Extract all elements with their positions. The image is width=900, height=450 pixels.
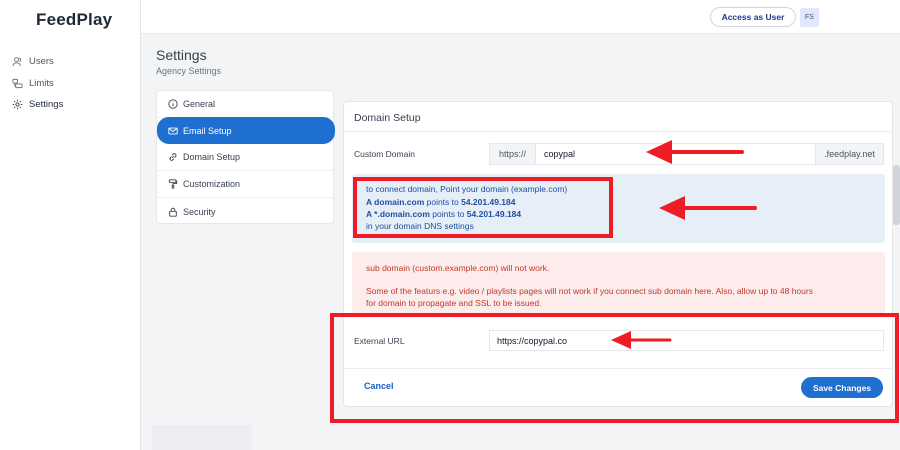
mail-icon <box>168 127 178 134</box>
domain-suffix: .feedplay.net <box>815 143 884 165</box>
access-as-user-button[interactable]: Access as User <box>710 7 796 27</box>
menu-item-label: General <box>183 99 216 109</box>
sidebar-item-label: Settings <box>29 99 64 110</box>
domain-prefix: https:// <box>489 143 536 165</box>
sidebar-item-settings[interactable]: Settings <box>12 99 63 110</box>
panel-title: Domain Setup <box>354 112 421 124</box>
scrollbar[interactable] <box>893 165 900 225</box>
menu-item-label: Security <box>183 206 216 217</box>
settings-menu-security[interactable]: Security <box>157 198 333 225</box>
settings-menu-customization[interactable]: Customization <box>157 171 333 198</box>
placeholder-block <box>152 425 252 450</box>
limits-icon <box>12 78 23 89</box>
menu-item-label: Domain Setup <box>183 152 241 162</box>
custom-domain-input[interactable] <box>535 143 816 165</box>
sidebar-item-label: Users <box>29 56 54 67</box>
sidebar-item-limits[interactable]: Limits <box>12 78 54 89</box>
settings-menu-domain-setup[interactable]: Domain Setup <box>157 144 333 171</box>
warning-line: Some of the featurs e.g. video / playlis… <box>366 286 813 296</box>
divider <box>344 131 892 132</box>
annotation-box <box>353 177 613 238</box>
app-logo: FeedPlay <box>36 10 113 29</box>
sidebar-item-users[interactable]: Users <box>12 56 54 67</box>
page-title: Settings <box>156 47 207 63</box>
sidebar: FeedPlay Users Limits Settings <box>0 0 141 450</box>
menu-item-label: Customization <box>183 179 241 189</box>
warning-line: sub domain (custom.example.com) will not… <box>366 263 550 273</box>
menu-item-label: Email Setup <box>183 125 232 136</box>
info-icon <box>168 99 178 109</box>
settings-menu-email-setup[interactable]: Email Setup <box>157 117 335 144</box>
settings-menu-general[interactable]: General <box>157 91 333 118</box>
sidebar-item-label: Limits <box>29 78 54 89</box>
paint-roller-icon <box>168 179 178 189</box>
users-icon <box>12 57 21 67</box>
link-icon <box>169 153 177 161</box>
warning-line: for domain to propagate and SSL to be is… <box>366 298 542 308</box>
settings-menu: General Email Setup Domain Setup Customi… <box>156 90 335 225</box>
top-bar: Access as User FS <box>141 0 900 34</box>
gear-icon <box>12 99 23 110</box>
subdomain-warning-box: sub domain (custom.example.com) will not… <box>352 252 885 314</box>
custom-domain-label: Custom Domain <box>354 149 415 159</box>
avatar[interactable]: FS <box>800 8 819 27</box>
annotation-box <box>330 313 899 423</box>
page-subtitle: Agency Settings <box>156 66 222 76</box>
lock-icon <box>169 207 177 217</box>
